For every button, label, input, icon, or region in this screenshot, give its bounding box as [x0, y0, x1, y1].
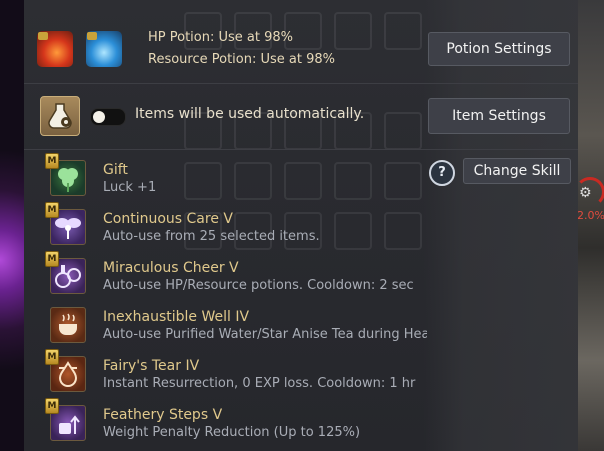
skill-name: Gift [103, 162, 128, 178]
skill-desc: Auto-use Purified Water/Star Anise Tea d… [103, 327, 427, 342]
teacup-icon [50, 307, 86, 343]
side-percent: 2.0% [577, 209, 604, 222]
tear-icon: M [45, 349, 86, 392]
potion-flasks-icon: M [45, 251, 86, 294]
divider [24, 83, 578, 84]
mastery-badge: M [45, 251, 59, 267]
fairy-icon: M [45, 202, 86, 245]
skill-desc: Weight Penalty Reduction (Up to 125%) [103, 425, 361, 440]
resource-potion-label: Resource Potion: Use at 98% [148, 52, 336, 67]
right-shade [424, 0, 578, 451]
gear-icon: ⚙ [579, 185, 592, 201]
skill-name: Fairy's Tear IV [103, 358, 200, 374]
skill-name: Miraculous Cheer V [103, 260, 239, 276]
skill-desc: Auto-use HP/Resource potions. Cooldown: … [103, 278, 414, 293]
mastery-badge: M [45, 202, 59, 218]
background-rock [578, 0, 604, 451]
skill-desc: Luck +1 [103, 180, 157, 195]
potion-settings-button[interactable]: Potion Settings [428, 32, 570, 66]
skill-name: Inexhaustible Well IV [103, 309, 250, 325]
background-nebula [0, 0, 24, 451]
lock-badge-icon [87, 32, 97, 40]
auto-use-toggle[interactable] [90, 108, 126, 126]
item-settings-button[interactable]: Item Settings [428, 98, 570, 134]
skill-name: Continuous Care V [103, 211, 233, 227]
help-icon[interactable]: ? [429, 160, 455, 186]
side-indicator: ⚙ 2.0% [575, 175, 604, 225]
skill-desc: Instant Resurrection, 0 EXP loss. Cooldo… [103, 376, 416, 391]
auto-use-potion-gear-icon [40, 96, 80, 136]
toggle-knob [93, 111, 105, 123]
mastery-badge: M [45, 349, 59, 365]
skill-desc: Auto-use from 25 selected items. [103, 229, 320, 244]
skill-name: Feathery Steps V [103, 407, 223, 423]
lock-badge-icon [38, 32, 48, 40]
weight-up-icon: M [45, 398, 86, 441]
resource-potion-icon[interactable] [86, 31, 122, 67]
auto-use-panel: HP Potion: Use at 98% Resource Potion: U… [24, 0, 578, 451]
hp-potion-label: HP Potion: Use at 98% [148, 30, 293, 45]
hp-potion-icon[interactable] [37, 31, 73, 67]
auto-use-status: Items will be used automatically. [135, 106, 365, 122]
change-skill-button[interactable]: Change Skill [463, 158, 571, 184]
divider [24, 149, 578, 150]
clover-icon: M [45, 153, 86, 196]
mastery-badge: M [45, 153, 59, 169]
mastery-badge: M [45, 398, 59, 414]
